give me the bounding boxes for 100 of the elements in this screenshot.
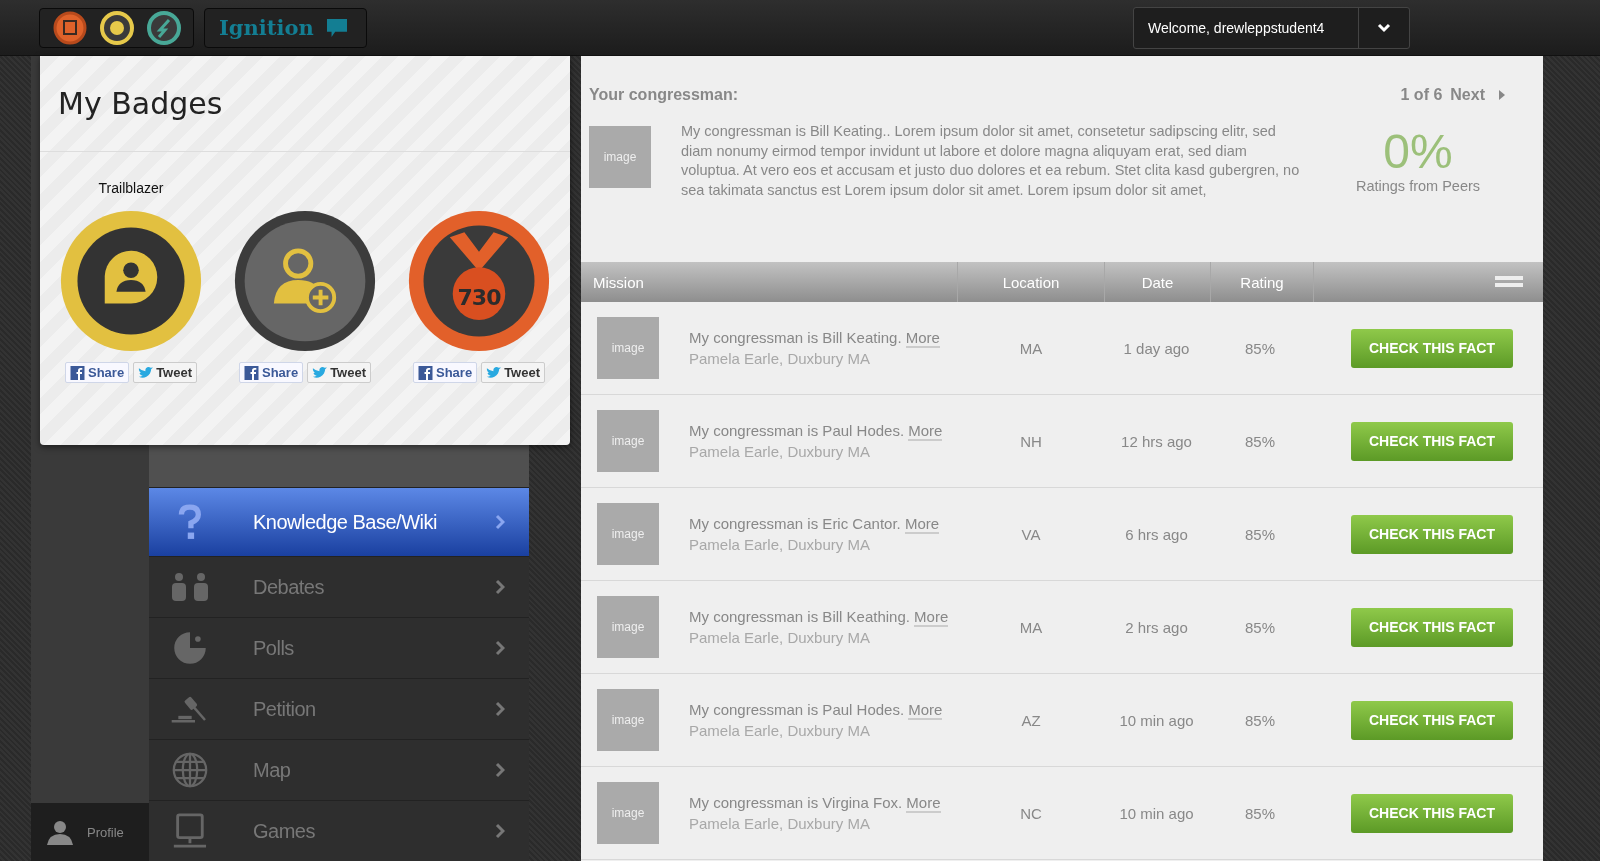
share-button[interactable]: Share (413, 362, 478, 383)
panel-title: My Badges (40, 56, 570, 152)
mission-text: My congressman is Bill Keating. (689, 329, 902, 346)
nav-item[interactable]: Debates (149, 556, 529, 617)
more-link[interactable]: More (908, 422, 943, 441)
pie-chart-icon (172, 630, 208, 666)
author-text: Pamela Earle, Duxbury MA (689, 443, 871, 460)
page-indicator: 1 of 6 (1400, 86, 1443, 104)
monitor-icon (171, 813, 209, 849)
nav-item[interactable]: Map (149, 739, 529, 800)
profile-button[interactable]: Profile (31, 803, 149, 861)
tweet-button[interactable]: Tweet (307, 362, 371, 383)
caret-right-icon[interactable] (1499, 90, 1505, 100)
bird-icon (138, 365, 154, 380)
lightning-badge-icon[interactable] (146, 10, 181, 45)
mission-text: My congressman is Eric Cantor. (689, 515, 901, 532)
check-fact-button[interactable]: CHECK THIS FACT (1351, 514, 1513, 554)
rating-cell-text: 85% (1244, 432, 1276, 450)
date-cell-text: 10 min ago (1118, 804, 1195, 822)
check-fact-button[interactable]: CHECK THIS FACT (1351, 793, 1513, 833)
check-fact-button[interactable]: CHECK THIS FACT (1351, 700, 1513, 740)
add-user-badge-icon (232, 208, 378, 354)
column-header[interactable]: Rating (1211, 262, 1314, 302)
nav-item[interactable]: Polls (149, 617, 529, 678)
speech-bubble-badge-icon (58, 208, 204, 354)
author-text: Pamela Earle, Duxbury MA (689, 815, 871, 832)
chevron-right-icon (495, 762, 505, 778)
column-header[interactable]: Date (1105, 262, 1211, 302)
check-fact-button[interactable]: CHECK THIS FACT (1351, 607, 1513, 647)
medal-badge-icon (406, 208, 552, 354)
date-cell-text: 10 min ago (1118, 711, 1195, 729)
nav-item[interactable]: Petition (149, 678, 529, 739)
rating-cell-text: 85% (1244, 711, 1276, 729)
mission-text: My congressman is Paul Hodes. (689, 701, 905, 718)
rating-cell-text: 85% (1244, 339, 1276, 357)
chevron-right-icon (495, 640, 505, 656)
location-cell-text: VA (1020, 525, 1042, 543)
nav-item[interactable]: Games (149, 800, 529, 861)
chevron-down-icon[interactable] (1377, 22, 1391, 33)
more-link[interactable]: More (906, 794, 941, 813)
location-cell-text: NH (1019, 432, 1043, 450)
image-thumbnail: image (597, 410, 659, 472)
more-link[interactable]: More (905, 329, 940, 348)
facebook-icon (418, 365, 433, 380)
date-cell-text: 12 hrs ago (1120, 432, 1193, 450)
mission-text: My congressman is Virgina Fox. (689, 794, 903, 811)
chevron-right-icon (495, 579, 505, 595)
rating-cell-text: 85% (1244, 525, 1276, 543)
facebook-icon (70, 365, 85, 380)
location-cell-text: AZ (1020, 711, 1042, 729)
image-thumbnail: image (597, 596, 659, 658)
badge-number: 730 (456, 285, 502, 310)
author-text: Pamela Earle, Duxbury MA (689, 536, 871, 553)
rating-cell-text: 85% (1244, 618, 1276, 636)
next-link[interactable]: Next (1450, 86, 1485, 104)
image-thumbnail: image (597, 317, 659, 379)
peer-rating: 0% (1383, 126, 1453, 178)
facebook-icon (244, 365, 259, 380)
section-heading: Your congressman: (589, 86, 740, 104)
people-icon (170, 572, 210, 602)
congressman-description: My congressman is Bill Keating.. Lorem ipsum dolor sit amet, consetetur sadipscing elitr, sed diam nonumy eirmod tempor invidunt ut labore et dolore magna aliquyam erat, sed diam voluptua. At vero eos et accusam et justo duo dolores et ea rebum. Stet clita kasd gubergren, no sea takimata sanctus est Lorem ipsum dolor sit amet. Lorem ipsum dolor sit amet, (681, 122, 1301, 200)
author-text: Pamela Earle, Duxbury MA (689, 722, 871, 739)
check-fact-button[interactable]: CHECK THIS FACT (1351, 328, 1513, 368)
date-cell-text: 6 hrs ago (1124, 525, 1189, 543)
person-icon (45, 819, 75, 845)
more-link[interactable]: More (914, 608, 949, 627)
globe-icon (172, 752, 208, 788)
image-thumbnail: image (597, 782, 659, 844)
app-name[interactable]: Ignition (219, 15, 314, 40)
welcome-text: Welcome, drewleppstudent4 (1134, 7, 1359, 48)
mission-text: My congressman is Paul Hodes. (689, 422, 905, 439)
more-link[interactable]: More (904, 515, 940, 534)
badge-label: Trailblazer (98, 179, 164, 196)
share-button[interactable]: Share (239, 362, 304, 383)
bird-icon (312, 365, 328, 380)
image-thumbnail: image (597, 503, 659, 565)
chevron-right-icon (495, 701, 505, 717)
mission-text: My congressman is Bill Keathing. (689, 608, 910, 625)
image-thumbnail: image (597, 689, 659, 751)
more-link[interactable]: More (908, 701, 943, 720)
share-button[interactable]: Share (65, 362, 130, 383)
chevron-right-icon (495, 823, 505, 839)
rating-cell-text: 85% (1244, 804, 1276, 822)
column-header[interactable]: Mission (581, 262, 958, 302)
location-cell-text: MA (1018, 618, 1044, 636)
chevron-right-icon (495, 514, 505, 530)
user-menu[interactable]: Welcome, drewleppstudent4 (1133, 6, 1410, 49)
tweet-button[interactable]: Tweet (481, 362, 545, 383)
column-header[interactable]: Location (958, 262, 1105, 302)
image-thumbnail: image (589, 126, 651, 188)
date-cell-text: 2 hrs ago (1124, 618, 1189, 636)
date-cell-text: 1 day ago (1122, 339, 1191, 357)
author-text: Pamela Earle, Duxbury MA (689, 629, 871, 646)
tweet-button[interactable]: Tweet (133, 362, 197, 383)
person-badge-icon[interactable] (99, 10, 134, 45)
rating-caption: Ratings from Peers (1355, 178, 1481, 194)
location-cell-text: MA (1018, 339, 1044, 357)
chat-icon[interactable] (325, 17, 348, 38)
check-fact-button[interactable]: CHECK THIS FACT (1351, 421, 1513, 461)
nav-item[interactable]: Knowledge Base/Wiki (149, 487, 529, 556)
